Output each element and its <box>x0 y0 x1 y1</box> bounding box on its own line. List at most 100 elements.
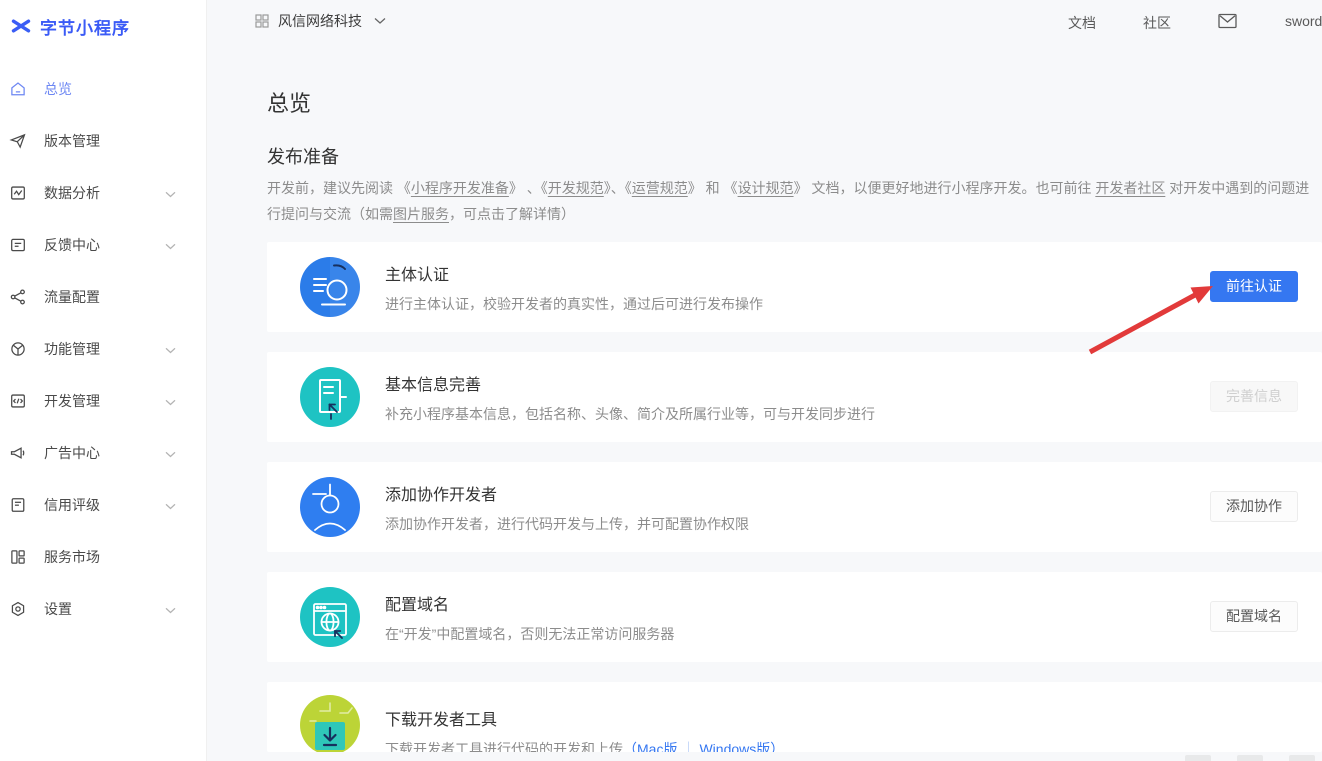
mac-download-link[interactable]: Mac版 <box>637 741 677 752</box>
collaborator-person-icon <box>300 477 360 537</box>
bottom-cutoff-artifact <box>1237 755 1263 761</box>
card-description: 进行主体认证，校验开发者的真实性，通过后可进行发布操作 <box>385 294 763 314</box>
chevron-down-icon[interactable] <box>165 341 176 357</box>
brand-name: 字节小程序 <box>40 14 130 39</box>
intro-text: 对开发中遇到的问题进 <box>1165 180 1309 196</box>
download-tool-icon <box>300 695 360 752</box>
card-title: 主体认证 <box>385 261 763 285</box>
chevron-down-icon[interactable] <box>165 393 176 409</box>
card-description: 下载开发者工具进行代码的开发和上传（Mac版｜Windows版） <box>385 739 784 752</box>
card-text: 配置域名 在“开发”中配置域名，否则无法正常访问服务器 <box>385 591 674 644</box>
link-dev-spec[interactable]: 开发规范 <box>548 180 604 196</box>
go-verify-button[interactable]: 前往认证 <box>1210 271 1298 302</box>
sidebar: 字节小程序 总览 版本管理 数据分析 <box>0 0 207 761</box>
megaphone-icon <box>9 444 27 462</box>
spark-logo-icon <box>8 13 34 39</box>
card-text: 添加协作开发者 添加协作开发者，进行代码开发与上传，并可配置协作权限 <box>385 481 749 534</box>
windows-download-link[interactable]: Windows版 <box>699 741 770 752</box>
identity-badge-icon <box>300 257 360 317</box>
brand-logo[interactable]: 字节小程序 <box>0 0 206 39</box>
sidebar-item-label: 功能管理 <box>44 339 100 359</box>
card-title: 基本信息完善 <box>385 371 875 395</box>
card-text: 基本信息完善 补充小程序基本信息，包括名称、头像、简介及所属行业等，可与开发同步… <box>385 371 875 424</box>
domain-globe-icon <box>300 587 360 647</box>
sidebar-item-traffic[interactable]: 流量配置 <box>0 271 206 323</box>
sidebar-item-label: 广告中心 <box>44 443 100 463</box>
card-title: 下载开发者工具 <box>385 706 784 730</box>
card-description: 在“开发”中配置域名，否则无法正常访问服务器 <box>385 624 674 644</box>
sidebar-item-feedback[interactable]: 反馈中心 <box>0 219 206 271</box>
link-dev-community[interactable]: 开发者社区 <box>1095 180 1165 196</box>
bottom-cutoff-artifact <box>1185 755 1211 761</box>
link-image-service[interactable]: 图片服务 <box>393 206 449 222</box>
card-basic-info: 基本信息完善 补充小程序基本信息，包括名称、头像、简介及所属行业等，可与开发同步… <box>267 352 1322 442</box>
workspace-switcher[interactable]: 风信网络科技 <box>255 11 386 31</box>
card-description: 补充小程序基本信息，包括名称、头像、简介及所属行业等，可与开发同步进行 <box>385 404 875 424</box>
intro-text: 》 和 《 <box>688 180 738 196</box>
sidebar-item-overview[interactable]: 总览 <box>0 63 206 115</box>
chevron-down-icon[interactable] <box>165 237 176 253</box>
sidebar-item-label: 数据分析 <box>44 183 100 203</box>
grid-icon <box>255 14 269 28</box>
card-title: 配置域名 <box>385 591 674 615</box>
bytedance-miniapp-console: { "brand": { "name": "字节小程序" }, "header"… <box>0 0 1322 761</box>
username[interactable]: sword <box>1285 13 1322 29</box>
intro-text: ，可点击了解详情） <box>449 206 575 222</box>
gear-icon <box>9 600 27 618</box>
sidebar-item-credit[interactable]: 信用评级 <box>0 479 206 531</box>
checklist-cards: 主体认证 进行主体认证，校验开发者的真实性，通过后可进行发布操作 前往认证 基本… <box>267 242 1322 752</box>
link-design-spec[interactable]: 设计规范 <box>738 180 794 196</box>
card-identity-verification: 主体认证 进行主体认证，校验开发者的真实性，通过后可进行发布操作 前往认证 <box>267 242 1322 332</box>
intro-text: 》、《 <box>604 180 632 196</box>
close-paren: ） <box>770 741 784 752</box>
sidebar-item-analytics[interactable]: 数据分析 <box>0 167 206 219</box>
intro-text: 行提问与交流（如需 <box>267 206 393 222</box>
open-paren: （ <box>623 741 637 752</box>
comment-icon <box>9 236 27 254</box>
paper-plane-icon <box>9 132 27 150</box>
link-op-spec[interactable]: 运营规范 <box>632 180 688 196</box>
sidebar-nav: 总览 版本管理 数据分析 反馈中心 <box>0 63 206 635</box>
sidebar-item-label: 总览 <box>44 79 72 99</box>
sidebar-item-label: 服务市场 <box>44 547 100 567</box>
chevron-down-icon[interactable] <box>165 497 176 513</box>
sidebar-item-version[interactable]: 版本管理 <box>0 115 206 167</box>
top-header: 风信网络科技 文档 社区 sword <box>207 0 1322 44</box>
sidebar-item-development[interactable]: 开发管理 <box>0 375 206 427</box>
card-text: 主体认证 进行主体认证，校验开发者的真实性，通过后可进行发布操作 <box>385 261 763 314</box>
community-link[interactable]: 社区 <box>1143 13 1171 33</box>
chevron-down-icon[interactable] <box>165 601 176 617</box>
sidebar-item-label: 流量配置 <box>44 287 100 307</box>
add-collaborator-button[interactable]: 添加协作 <box>1210 491 1298 522</box>
chevron-down-icon <box>374 17 386 25</box>
card-title: 添加协作开发者 <box>385 481 749 505</box>
sidebar-item-label: 版本管理 <box>44 131 100 151</box>
complete-info-button: 完善信息 <box>1210 381 1298 412</box>
sidebar-item-settings[interactable]: 设置 <box>0 583 206 635</box>
intro-text: 开发前，建议先阅读 《 <box>267 180 411 196</box>
sidebar-item-features[interactable]: 功能管理 <box>0 323 206 375</box>
card-text: 下载开发者工具 下载开发者工具进行代码的开发和上传（Mac版｜Windows版） <box>385 706 784 752</box>
bottom-cutoff-artifact <box>1289 755 1315 761</box>
chevron-down-icon[interactable] <box>165 445 176 461</box>
share-nodes-icon <box>9 288 27 306</box>
chevron-down-icon[interactable] <box>165 185 176 201</box>
sidebar-item-label: 设置 <box>44 599 72 619</box>
sidebar-item-ads[interactable]: 广告中心 <box>0 427 206 479</box>
workspace-name: 风信网络科技 <box>278 11 362 31</box>
sidebar-item-marketplace[interactable]: 服务市场 <box>0 531 206 583</box>
layout-grid-icon <box>9 548 27 566</box>
card-download-devtools: 下载开发者工具 下载开发者工具进行代码的开发和上传（Mac版｜Windows版） <box>267 682 1322 752</box>
mail-icon[interactable] <box>1218 13 1237 29</box>
card-description: 添加协作开发者，进行代码开发与上传，并可配置协作权限 <box>385 514 749 534</box>
intro-text: 》 、《 <box>509 180 548 196</box>
intro-paragraph: 开发前，建议先阅读 《小程序开发准备》 、《开发规范》、《运营规范》 和 《设计… <box>267 175 1309 227</box>
docs-link[interactable]: 文档 <box>1068 13 1096 33</box>
link-dev-prep[interactable]: 小程序开发准备 <box>411 180 509 196</box>
code-icon <box>9 392 27 410</box>
configure-domain-button[interactable]: 配置域名 <box>1210 601 1298 632</box>
home-icon <box>9 80 27 98</box>
sidebar-item-label: 开发管理 <box>44 391 100 411</box>
card-add-collaborator: 添加协作开发者 添加协作开发者，进行代码开发与上传，并可配置协作权限 添加协作 <box>267 462 1322 552</box>
card-configure-domain: 配置域名 在“开发”中配置域名，否则无法正常访问服务器 配置域名 <box>267 572 1322 662</box>
